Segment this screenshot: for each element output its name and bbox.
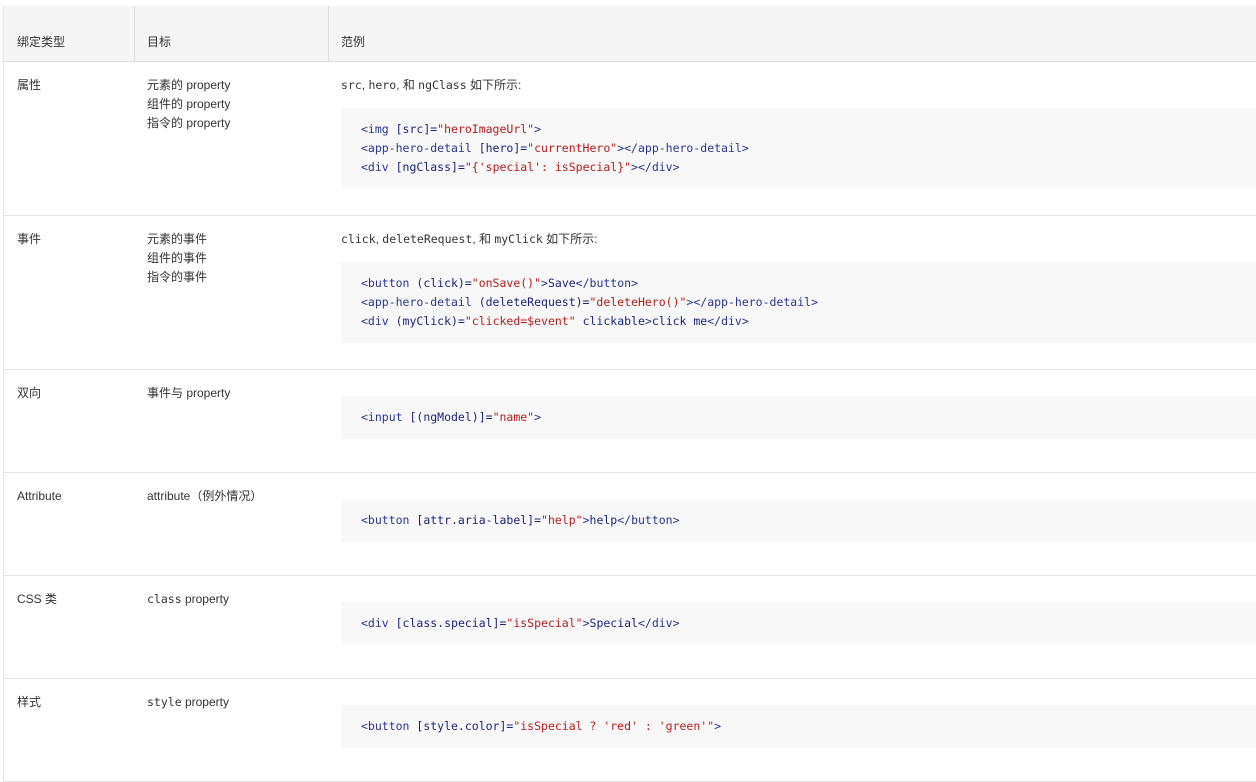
code-example: <button [attr.aria-label]="help">help</b…: [341, 499, 1256, 542]
binding-targets: attribute（例外情况）: [147, 487, 262, 506]
table-row: 双向 事件与 property <input [(ngModel)]="name…: [4, 370, 1256, 473]
target-item: 指令的事件: [147, 270, 208, 284]
inline-code: src: [341, 78, 362, 92]
code-line: <input [(ngModel)]="name">: [361, 410, 542, 424]
code-line: <button (click)="onSave()">Save</button>: [361, 276, 638, 290]
inline-code: hero: [368, 78, 397, 92]
target-item: attribute（例外情况）: [147, 489, 263, 503]
table-row: CSS 类 class property <div [class.special…: [4, 576, 1256, 679]
code-line: <app-hero-detail [hero]="currentHero"></…: [361, 141, 749, 155]
target-item: 组件的事件: [147, 251, 208, 265]
binding-targets: 元素的事件 组件的事件 指令的事件: [147, 230, 207, 287]
binding-type: 属性: [17, 78, 42, 92]
code-line: <button [attr.aria-label]="help">help</b…: [361, 513, 680, 527]
binding-type: 样式: [17, 695, 42, 709]
header-divider: [134, 6, 135, 62]
binding-targets: 事件与 property: [147, 384, 230, 403]
table-header: 绑定类型 目标 范例: [4, 6, 1256, 62]
inline-code: deleteRequest: [382, 232, 473, 246]
table-row: 属性 元素的 property 组件的 property 指令的 propert…: [4, 62, 1256, 216]
code-line: <app-hero-detail (deleteRequest)="delete…: [361, 295, 818, 309]
inline-code: myClick: [494, 232, 543, 246]
code-line: <div [class.special]="isSpecial">Special…: [361, 616, 680, 630]
target-item: style property: [147, 693, 229, 712]
binding-targets: class property: [147, 590, 229, 609]
code-line: <img [src]="heroImageUrl">: [361, 122, 542, 136]
table-row: Attribute attribute（例外情况） <button [attr.…: [4, 473, 1256, 576]
header-binding-type: 绑定类型: [17, 35, 66, 49]
binding-targets: style property: [147, 693, 229, 712]
target-item: 指令的 property: [147, 116, 231, 130]
binding-types-table: 绑定类型 目标 范例 属性 元素的 property 组件的 property …: [3, 6, 1256, 782]
target-item: 元素的事件: [147, 232, 208, 246]
example-intro: src, hero, 和 ngClass 如下所示:: [341, 76, 521, 95]
code-example: <img [src]="heroImageUrl"> <app-hero-det…: [341, 108, 1256, 189]
intro-text: , 和: [396, 78, 419, 92]
target-text: property: [181, 695, 229, 709]
example-intro: click, deleteRequest, 和 myClick 如下所示:: [341, 230, 597, 249]
target-text: property: [181, 592, 229, 606]
intro-text: 如下所示:: [542, 232, 598, 246]
code-example: <input [(ngModel)]="name">: [341, 396, 1256, 439]
code-line: <div (myClick)="clicked=$event" clickabl…: [361, 314, 749, 328]
binding-targets: 元素的 property 组件的 property 指令的 property: [147, 76, 230, 133]
code-line: <button [style.color]="isSpecial ? 'red'…: [361, 719, 722, 733]
binding-type: 事件: [17, 232, 42, 246]
header-example: 范例: [341, 35, 366, 49]
header-target: 目标: [147, 35, 172, 49]
target-item: 元素的 property: [147, 78, 231, 92]
code-example: <button [style.color]="isSpecial ? 'red'…: [341, 705, 1256, 748]
table-row: 样式 style property <button [style.color]=…: [4, 679, 1256, 782]
code-example: <div [class.special]="isSpecial">Special…: [341, 602, 1256, 645]
target-item: 组件的 property: [147, 97, 231, 111]
table-row: 事件 元素的事件 组件的事件 指令的事件 click, deleteReques…: [4, 216, 1256, 370]
inline-code: class: [147, 592, 182, 606]
binding-type: Attribute: [17, 489, 62, 503]
inline-code: click: [341, 232, 376, 246]
inline-code: ngClass: [418, 78, 467, 92]
binding-type: CSS 类: [17, 592, 58, 606]
intro-text: , 和: [472, 232, 495, 246]
target-item: 事件与 property: [147, 386, 231, 400]
inline-code: style: [147, 695, 182, 709]
intro-text: 如下所示:: [466, 78, 522, 92]
binding-type: 双向: [17, 386, 42, 400]
code-line: <div [ngClass]="{'special': isSpecial}">…: [361, 160, 680, 174]
target-item: class property: [147, 590, 229, 609]
code-example: <button (click)="onSave()">Save</button>…: [341, 262, 1256, 343]
header-divider: [328, 6, 329, 62]
